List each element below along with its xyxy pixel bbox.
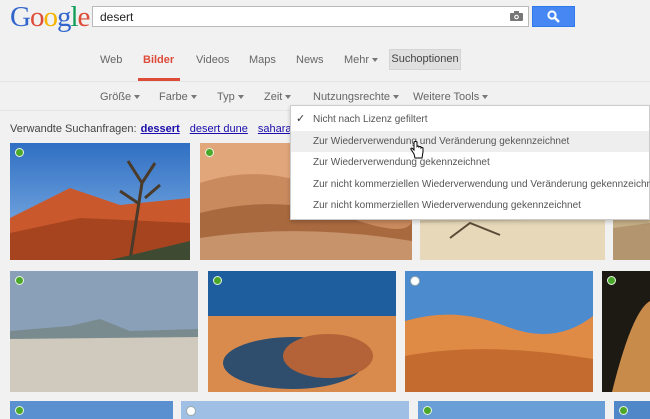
tab-web[interactable]: Web: [100, 54, 122, 66]
chevron-down-icon: [482, 95, 489, 100]
usage-rights-menu: ✓ Nicht nach Lizenz gefiltert Zur Wiederv…: [290, 105, 650, 220]
suchoptionen-button[interactable]: Suchoptionen: [389, 49, 461, 70]
image-result[interactable]: [10, 401, 173, 419]
tool-label: Zeit: [264, 91, 283, 103]
related-label: Verwandte Suchanfragen:: [10, 123, 137, 135]
chevron-down-icon: [393, 95, 400, 100]
menu-item-label: Zur Wiederverwendung und Veränderung gek…: [313, 136, 570, 147]
tool-weitere[interactable]: Weitere Tools: [413, 91, 489, 103]
logo-letter: o: [29, 1, 44, 33]
tab-mehr[interactable]: Mehr: [344, 54, 379, 66]
hand-cursor-icon: [410, 141, 424, 162]
image-result[interactable]: [10, 143, 190, 260]
logo-letter: o: [43, 1, 57, 33]
tab-news[interactable]: News: [296, 54, 324, 66]
license-badge-icon: [15, 406, 24, 415]
menu-item-label: Nicht nach Lizenz gefiltert: [313, 114, 428, 125]
image-result[interactable]: [602, 271, 650, 392]
license-badge-icon: [213, 276, 222, 285]
chevron-down-icon: [285, 95, 292, 100]
tool-label: Farbe: [159, 91, 188, 103]
tool-label: Größe: [100, 91, 132, 103]
menu-item-reuse[interactable]: Zur Wiederverwendung gekennzeichnet: [291, 152, 649, 173]
image-result[interactable]: [208, 271, 396, 392]
active-tab-indicator: [138, 78, 180, 81]
search-box[interactable]: [92, 6, 529, 27]
menu-item-not-filtered[interactable]: ✓ Nicht nach Lizenz gefiltert: [291, 109, 649, 130]
menu-item-reuse-modify[interactable]: Zur Wiederverwendung und Veränderung gek…: [291, 131, 649, 152]
logo-letter: l: [70, 1, 78, 33]
menu-item-label: Zur Wiederverwendung gekennzeichnet: [313, 157, 490, 168]
search-icon: [547, 10, 560, 23]
tool-label: Weitere Tools: [413, 91, 480, 103]
chevron-down-icon: [190, 95, 197, 100]
license-badge-icon: [15, 148, 24, 157]
license-badge-icon: [423, 406, 432, 415]
reload-icon: [410, 276, 420, 286]
tool-label: Nutzungsrechte: [313, 91, 391, 103]
menu-item-noncommercial-reuse-modify[interactable]: Zur nicht kommerziellen Wiederverwendung…: [291, 174, 650, 195]
logo-letter: e: [77, 1, 91, 33]
camera-icon[interactable]: [510, 11, 523, 21]
image-result[interactable]: [181, 401, 409, 419]
menu-item-noncommercial-reuse[interactable]: Zur nicht kommerziellen Wiederverwendung…: [291, 195, 649, 216]
logo-letter: g: [56, 1, 71, 33]
tab-mehr-label: Mehr: [344, 54, 370, 66]
search-button[interactable]: [532, 6, 575, 27]
search-input[interactable]: [100, 9, 500, 24]
tool-label: Typ: [217, 91, 235, 103]
license-badge-icon: [607, 276, 616, 285]
tool-typ[interactable]: Typ: [217, 91, 244, 103]
reload-icon: [186, 406, 196, 416]
related-link[interactable]: desert dune: [190, 123, 248, 135]
license-badge-icon: [15, 276, 24, 285]
license-badge-icon: [205, 148, 214, 157]
tool-groesse[interactable]: Größe: [100, 91, 141, 103]
tab-maps[interactable]: Maps: [249, 54, 276, 66]
checkmark-icon: ✓: [296, 113, 306, 125]
license-badge-icon: [619, 406, 628, 415]
logo-letter: G: [10, 1, 31, 33]
image-result[interactable]: [614, 401, 650, 419]
top-bar: Google: [0, 0, 650, 37]
chevron-down-icon: [237, 95, 244, 100]
tool-nutzungsrechte[interactable]: Nutzungsrechte: [313, 91, 400, 103]
chevron-down-icon: [372, 58, 379, 63]
tool-zeit[interactable]: Zeit: [264, 91, 292, 103]
related-searches: Verwandte Suchanfragen: dessert desert dun…: [10, 123, 318, 135]
nav-bar: Web Bilder Videos Maps News Mehr Suchopt…: [0, 37, 650, 82]
image-result[interactable]: [405, 271, 593, 392]
image-result[interactable]: [418, 401, 605, 419]
tool-farbe[interactable]: Farbe: [159, 91, 197, 103]
image-result[interactable]: [10, 271, 198, 392]
tab-bilder[interactable]: Bilder: [143, 54, 174, 66]
google-logo[interactable]: Google: [10, 1, 91, 33]
menu-item-label: Zur nicht kommerziellen Wiederverwendung…: [313, 200, 581, 211]
tab-videos[interactable]: Videos: [196, 54, 229, 66]
menu-item-label: Zur nicht kommerziellen Wiederverwendung…: [313, 179, 650, 190]
chevron-down-icon: [134, 95, 141, 100]
related-link[interactable]: dessert: [141, 123, 180, 135]
